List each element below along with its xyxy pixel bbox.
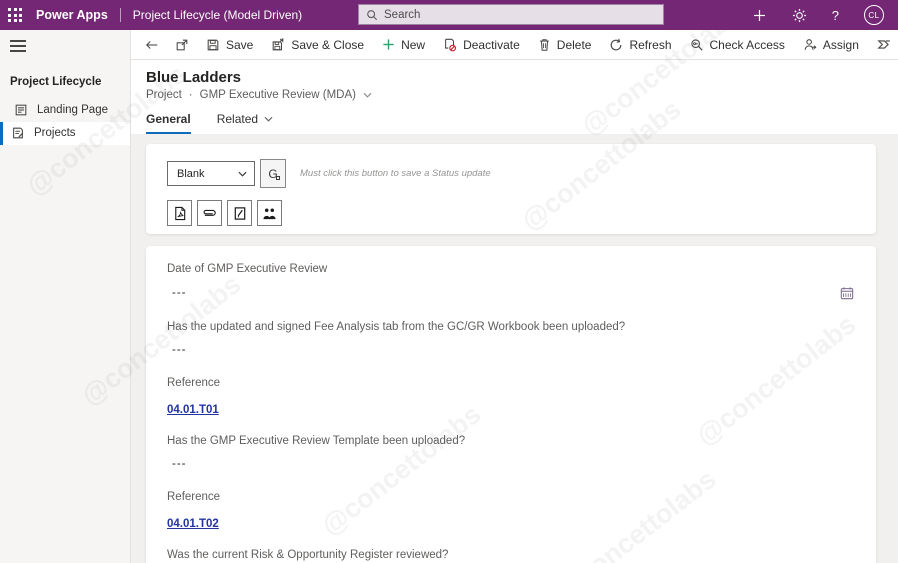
save-and-close-button[interactable]: Save & Close (262, 30, 373, 60)
field-value[interactable]: --- (167, 458, 854, 470)
status-dropdown[interactable]: Blank (167, 161, 255, 186)
search-placeholder: Search (384, 9, 420, 21)
status-dropdown-value: Blank (177, 168, 205, 180)
topbar-divider (120, 8, 121, 22)
save-icon (206, 38, 220, 52)
deactivate-button[interactable]: Deactivate (434, 30, 529, 60)
help-icon[interactable]: ? (832, 8, 839, 23)
power-apps-brand: Power Apps (36, 8, 108, 22)
entity-name: Project (146, 89, 182, 101)
assign-person-icon (803, 38, 817, 52)
trash-icon (538, 38, 551, 52)
field-reference-2: Reference 04.01.T02 (167, 491, 854, 549)
field-label: Reference (167, 491, 854, 503)
key-magnifier-icon (690, 38, 704, 52)
field-label: Has the updated and signed Fee Analysis … (167, 321, 854, 333)
field-value[interactable]: --- (167, 344, 854, 356)
calendar-icon[interactable] (840, 286, 854, 300)
chevron-down-icon[interactable] (363, 92, 372, 98)
search-icon (366, 9, 378, 21)
field-fee-analysis-uploaded: Has the updated and signed Fee Analysis … (167, 321, 854, 356)
command-bar: Save Save & Close New Deactivate Delete (131, 30, 898, 60)
field-risk-register-reviewed: Was the current Risk & Opportunity Regis… (167, 549, 854, 563)
field-reference-1: Reference 04.01.T01 (167, 377, 854, 435)
tab-general[interactable]: General (146, 112, 191, 134)
deactivate-icon (443, 38, 457, 52)
record-subtitle: Project · GMP Executive Review (MDA) (146, 89, 898, 101)
save-button[interactable]: Save (197, 30, 262, 60)
refresh-icon (609, 38, 623, 52)
status-helper-text: Must click this button to save a Status … (300, 168, 491, 179)
save-status-button[interactable]: G (260, 159, 286, 188)
form-content-area[interactable]: Blank G Must click this button to save a… (131, 134, 898, 563)
power-apps-window: Power Apps Project Lifecycle (Model Driv… (0, 0, 898, 563)
general-fields-card: Date of GMP Executive Review --- Has the… (146, 246, 876, 563)
form-tabs: General Related (146, 112, 898, 134)
add-icon[interactable] (752, 8, 767, 23)
sidebar-item-label: Landing Page (37, 104, 108, 116)
subtitle-separator: · (189, 89, 193, 101)
search-input[interactable]: Search (358, 4, 664, 25)
plus-icon (382, 38, 395, 51)
article-icon (14, 103, 28, 117)
back-button[interactable] (137, 30, 167, 60)
flow-button[interactable]: Flow (868, 30, 898, 60)
pdf-button[interactable] (167, 200, 192, 226)
sidebar-item-projects[interactable]: Projects (0, 122, 130, 145)
record-header: Blue Ladders Project · GMP Executive Rev… (131, 60, 898, 134)
site-map-sidebar: Project Lifecycle Landing Page Projects (0, 30, 131, 563)
contacts-button[interactable] (257, 200, 282, 226)
save-status-icon-box (276, 176, 280, 180)
record-title: Blue Ladders (146, 69, 898, 86)
clipboard-edit-icon (233, 206, 247, 221)
app-title: Project Lifecycle (Model Driven) (133, 8, 302, 22)
entity-edit-icon (11, 126, 25, 140)
save-close-icon (271, 38, 285, 52)
paperclip-icon (202, 208, 217, 218)
top-app-bar: Power Apps Project Lifecycle (Model Driv… (0, 0, 898, 30)
form-selector-value[interactable]: GMP Executive Review (MDA) (200, 89, 356, 101)
app-launcher-icon[interactable] (8, 8, 22, 22)
field-label: Was the current Risk & Opportunity Regis… (167, 549, 854, 561)
reference-link[interactable]: 04.01.T02 (167, 518, 219, 530)
field-label: Date of GMP Executive Review (167, 263, 854, 275)
attachment-button[interactable] (197, 200, 222, 226)
people-icon (262, 207, 277, 220)
field-value[interactable]: --- (167, 287, 187, 299)
chevron-down-icon (238, 171, 247, 177)
popout-icon (175, 38, 189, 52)
sidebar-app-name: Project Lifecycle (10, 76, 130, 88)
assign-button[interactable]: Assign (794, 30, 868, 60)
settings-gear-icon[interactable] (792, 8, 807, 23)
check-access-button[interactable]: Check Access (681, 30, 794, 60)
open-in-new-window-button[interactable] (167, 30, 197, 60)
pdf-file-icon (173, 206, 187, 221)
sidebar-item-landing-page[interactable]: Landing Page (0, 99, 130, 122)
field-review-template-uploaded: Has the GMP Executive Review Template be… (167, 435, 854, 470)
delete-button[interactable]: Delete (529, 30, 601, 60)
status-card: Blank G Must click this button to save a… (146, 144, 876, 234)
field-label: Has the GMP Executive Review Template be… (167, 435, 854, 447)
reference-link[interactable]: 04.01.T01 (167, 404, 219, 416)
user-avatar[interactable]: CL (864, 5, 884, 25)
chevron-down-icon (264, 116, 273, 122)
sidebar-item-label: Projects (34, 127, 76, 139)
flow-icon (877, 38, 892, 51)
back-arrow-icon (145, 39, 159, 51)
field-date-of-review: Date of GMP Executive Review --- (167, 263, 854, 300)
collapse-sitemap-icon[interactable] (10, 40, 26, 52)
tab-related[interactable]: Related (217, 112, 273, 134)
refresh-button[interactable]: Refresh (600, 30, 680, 60)
new-record-button[interactable]: New (373, 30, 434, 60)
notes-button[interactable] (227, 200, 252, 226)
field-label: Reference (167, 377, 854, 389)
